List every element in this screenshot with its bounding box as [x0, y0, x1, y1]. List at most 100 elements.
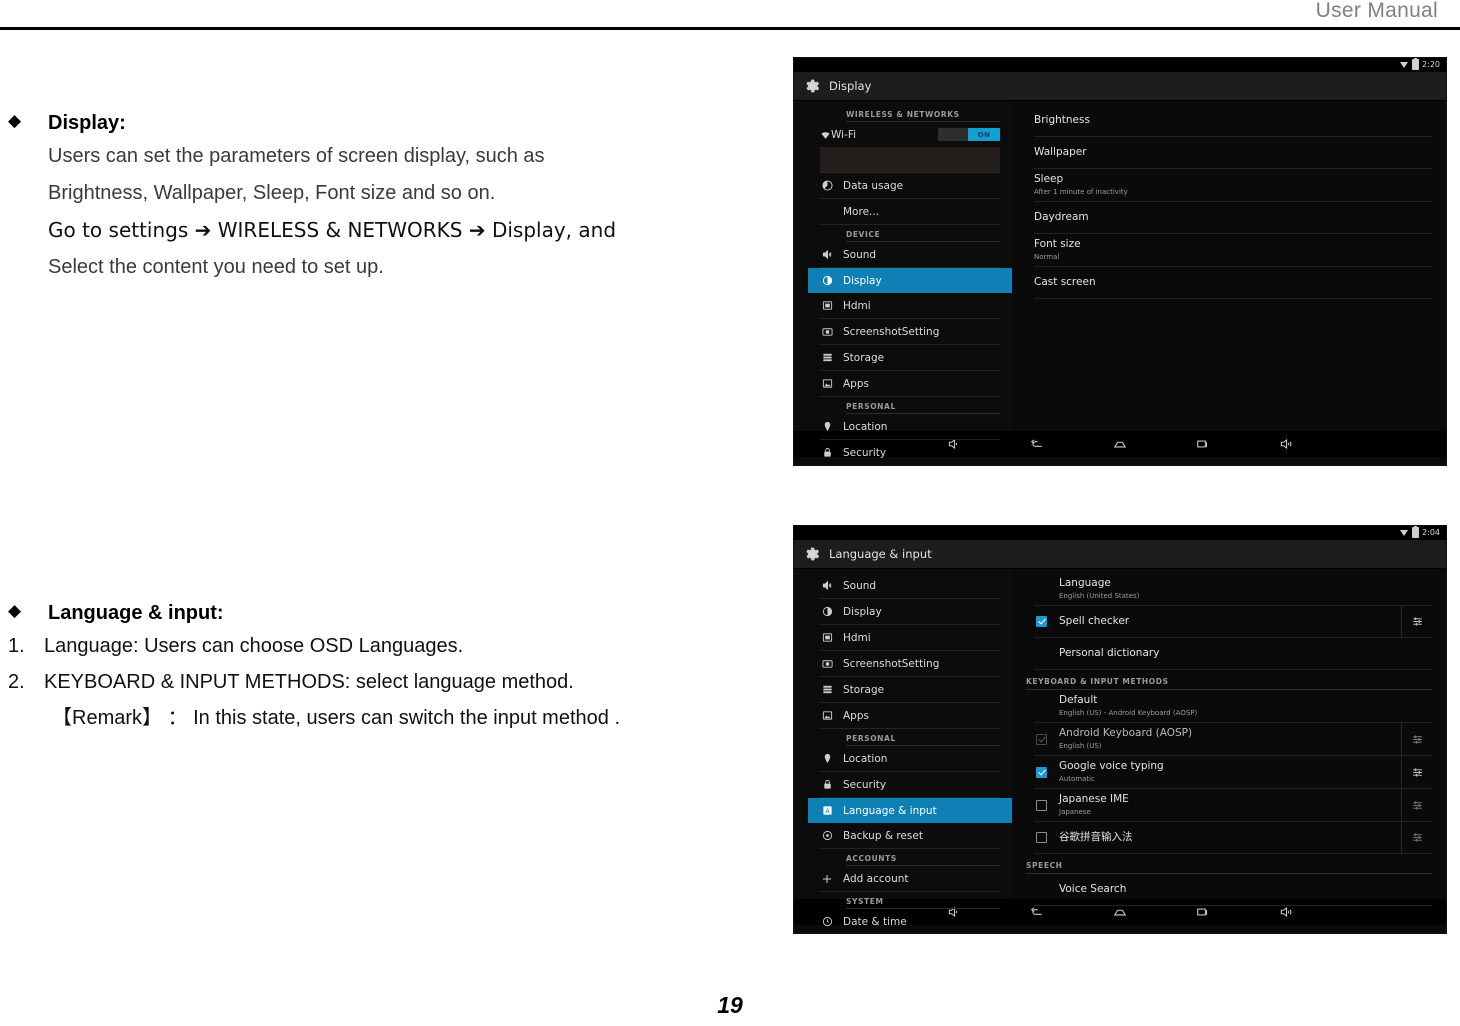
option-personal-dictionary-label: Personal dictionary: [1059, 647, 1160, 659]
sidebar-section-label: WIRELESS & NETWORKS: [846, 105, 1000, 122]
google-pinyin-settings-icon[interactable]: [1401, 822, 1432, 853]
sidebar-item-apps[interactable]: Apps: [820, 703, 1000, 729]
option-sleep-label: Sleep: [1034, 173, 1064, 185]
option-wallpaper[interactable]: Wallpaper: [1034, 137, 1432, 169]
location-pin-icon: [820, 421, 834, 432]
sidebar-item-add-account-label: Add account: [843, 872, 909, 885]
recents-icon[interactable]: [1162, 905, 1245, 919]
sidebar-item-screenshotsetting-label: ScreenshotSetting: [843, 657, 940, 670]
sidebar-item-location[interactable]: Location: [820, 414, 1000, 440]
option-daydream[interactable]: Daydream: [1034, 202, 1432, 234]
option-cast-screen[interactable]: Cast screen: [1034, 267, 1432, 299]
option-google-voice-typing[interactable]: Google voice typing Automatic: [1034, 756, 1432, 789]
japanese-ime-checkbox[interactable]: [1036, 799, 1047, 811]
wifi-icon: [820, 125, 831, 144]
sidebar-item-location[interactable]: Location: [820, 746, 1000, 772]
sidebar-section-wireless: WIRELESS & NETWORKS: [794, 105, 1012, 122]
sidebar-item-display[interactable]: Display: [820, 599, 1000, 625]
sidebar-item-wifi[interactable]: Wi-Fi ON: [820, 122, 1000, 147]
home-icon[interactable]: [1079, 905, 1162, 919]
android-keyboard-checkbox[interactable]: [1036, 733, 1047, 745]
sidebar-item-screenshotsetting[interactable]: ScreenshotSetting: [820, 319, 1000, 345]
display-icon: [820, 606, 834, 617]
option-language[interactable]: Language English (United States): [1034, 573, 1432, 606]
sidebar-item-hdmi-label: Hdmi: [843, 299, 871, 312]
option-default[interactable]: Default English (US) - Android Keyboard …: [1034, 690, 1432, 723]
language-heading-row: ◆ Language & input:: [0, 598, 760, 628]
android-keyboard-settings-icon[interactable]: [1401, 723, 1432, 755]
sidebar-item-sound[interactable]: Sound: [820, 573, 1000, 599]
option-google-voice-typing-label: Google voice typing: [1059, 760, 1164, 772]
japanese-ime-settings-icon[interactable]: [1401, 789, 1432, 821]
sidebar-item-security[interactable]: Security: [820, 772, 1000, 798]
sidebar-item-hdmi[interactable]: Hdmi: [820, 293, 1000, 319]
option-brightness[interactable]: Brightness: [1034, 105, 1432, 137]
settings-body: WIRELESS & NETWORKS Wi-Fi ON Data usage: [794, 101, 1446, 459]
spell-checker-checkbox[interactable]: [1036, 616, 1047, 627]
sidebar-item-date-time[interactable]: Date & time: [820, 909, 1000, 933]
option-voice-search[interactable]: Voice Search: [1034, 874, 1432, 906]
option-spell-checker[interactable]: Spell checker: [1034, 606, 1432, 638]
spell-checker-settings-icon[interactable]: [1401, 606, 1432, 637]
status-bar-clock: 2:20: [1422, 60, 1440, 69]
sidebar-item-backup-reset[interactable]: Backup & reset: [820, 823, 1000, 849]
screenshot-display-settings: 2:20 Display WIRELESS & NETWORKS Wi-Fi O…: [793, 57, 1447, 466]
sidebar-item-data-usage[interactable]: Data usage: [820, 173, 1000, 199]
status-bar: 2:20: [794, 58, 1446, 72]
volume-up-icon[interactable]: [1245, 905, 1328, 919]
sidebar-item-storage[interactable]: Storage: [820, 677, 1000, 703]
google-voice-typing-checkbox[interactable]: [1036, 766, 1047, 778]
settings-sidebar[interactable]: WIRELESS & NETWORKS Wi-Fi ON Data usage: [794, 101, 1012, 459]
home-icon[interactable]: [1079, 437, 1162, 451]
lock-icon: [820, 447, 834, 458]
language-options-panel[interactable]: Language English (United States) Spell c…: [1012, 569, 1446, 906]
sidebar-item-location-label: Location: [843, 752, 888, 765]
recents-icon[interactable]: [1162, 437, 1245, 451]
sidebar-item-security[interactable]: Security: [820, 440, 1000, 465]
option-japanese-ime[interactable]: Japanese IME Japanese: [1034, 789, 1432, 822]
option-font-size-sub: Normal: [1034, 253, 1060, 261]
location-pin-icon: [820, 753, 834, 764]
option-font-size[interactable]: Font size Normal: [1034, 234, 1432, 267]
sidebar-item-sound-label: Sound: [843, 579, 877, 592]
sidebar-item-apps[interactable]: Apps: [820, 371, 1000, 397]
settings-sidebar[interactable]: Sound Display Hdmi ScreenshotSetting Sto…: [794, 569, 1012, 928]
option-personal-dictionary[interactable]: Personal dictionary: [1034, 638, 1432, 670]
wifi-toggle[interactable]: ON: [938, 128, 1000, 141]
sidebar-item-display[interactable]: Display: [808, 268, 1012, 293]
sidebar-item-screenshotsetting[interactable]: ScreenshotSetting: [820, 651, 1000, 677]
sidebar-item-more[interactable]: More...: [820, 199, 1000, 225]
language-item-2-number: 2.: [8, 671, 25, 693]
sidebar-item-wifi-label: Wi-Fi: [831, 128, 857, 141]
option-japanese-ime-sub: Japanese: [1059, 808, 1091, 816]
sidebar-item-sound[interactable]: Sound: [820, 242, 1000, 268]
action-bar-title: Language & input: [829, 547, 932, 561]
sidebar-section-label: SYSTEM: [846, 892, 1000, 909]
sidebar-section-personal: PERSONAL: [794, 729, 1012, 746]
sidebar-item-storage[interactable]: Storage: [820, 345, 1000, 371]
sidebar-item-storage-label: Storage: [843, 351, 885, 364]
display-line-3: Go to settings ➔ WIRELESS & NETWORKS ➔ D…: [48, 218, 617, 242]
sidebar-section-label: ACCOUNTS: [846, 849, 1000, 866]
sidebar-item-date-time-label: Date & time: [843, 915, 907, 928]
sidebar-item-language-input[interactable]: A Language & input: [808, 798, 1012, 823]
option-sleep-sub: After 1 minute of inactivity: [1034, 188, 1128, 196]
option-google-pinyin-label: 谷歌拼音输入法: [1059, 831, 1133, 843]
option-sleep[interactable]: Sleep After 1 minute of inactivity: [1034, 169, 1432, 202]
language-item-1-text: Language: Users can choose OSD Languages…: [44, 635, 464, 657]
wifi-network-placeholder[interactable]: [820, 147, 1000, 173]
display-options-panel[interactable]: Brightness Wallpaper Sleep After 1 minut…: [1012, 101, 1446, 431]
option-google-pinyin-ime[interactable]: 谷歌拼音输入法: [1034, 822, 1432, 854]
sidebar-item-more-label: More...: [843, 205, 880, 218]
sidebar-item-hdmi[interactable]: Hdmi: [820, 625, 1000, 651]
sidebar-item-add-account[interactable]: Add account: [820, 866, 1000, 892]
volume-up-icon[interactable]: [1245, 437, 1328, 451]
display-line-4: Select the content you need to set up.: [48, 256, 384, 278]
back-icon[interactable]: [996, 437, 1079, 451]
sidebar-item-storage-label: Storage: [843, 683, 885, 696]
page-header-title: User Manual: [1315, 0, 1438, 22]
google-pinyin-checkbox[interactable]: [1036, 832, 1047, 843]
option-android-keyboard[interactable]: Android Keyboard (AOSP) English (US): [1034, 723, 1432, 756]
option-language-label: Language: [1059, 577, 1111, 589]
google-voice-typing-settings-icon[interactable]: [1401, 756, 1432, 788]
